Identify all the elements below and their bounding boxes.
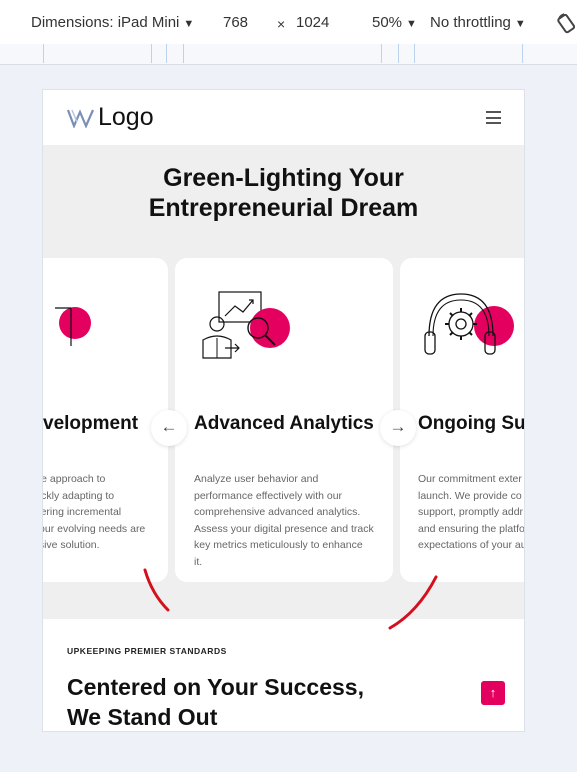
annotation-strokes [143,568,438,630]
